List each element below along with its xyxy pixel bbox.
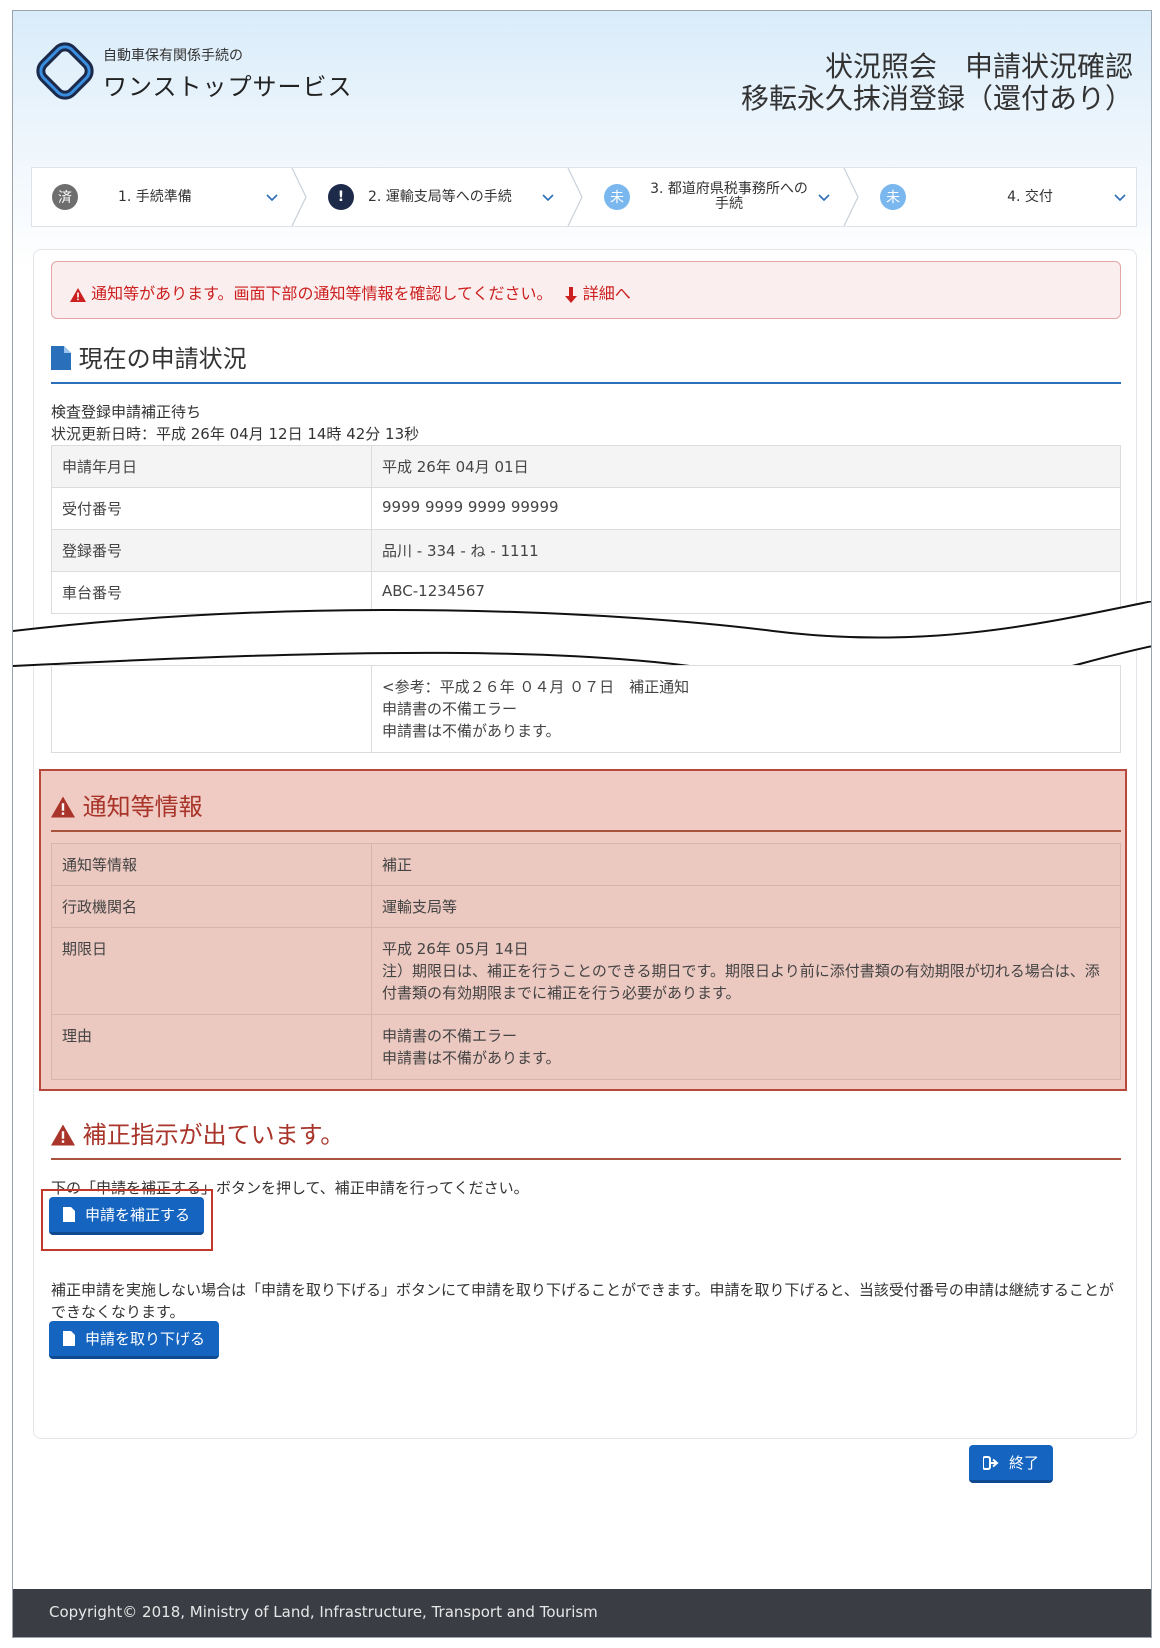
row-value: 補正 xyxy=(371,843,1121,886)
step-2[interactable]: ! 2. 運輸支局等への手続 xyxy=(308,168,584,226)
row-key: 理由 xyxy=(51,1014,372,1080)
row-key: 申請年月日 xyxy=(51,445,372,488)
detail-link[interactable]: 詳細へ xyxy=(583,284,631,303)
document-icon xyxy=(51,346,71,370)
row-value: 平成 26年 05月 14日注）期限日は、補正を行うことのできる期日です。期限日… xyxy=(371,927,1121,1015)
page-title: 状況照会 申請状況確認 移転永久抹消登録（還付あり） xyxy=(741,51,1133,115)
row-value: 品川 - 334 - ね - 1111 xyxy=(371,529,1121,572)
header: 自動車保有関係手続の ワンストップサービス 状況照会 申請状況確認 移転永久抹消… xyxy=(13,11,1151,161)
warning-icon xyxy=(51,796,75,818)
logo-subtitle: 自動車保有関係手続の xyxy=(103,48,243,64)
table-row: 登録番号 品川 - 334 - ね - 1111 xyxy=(51,529,1121,572)
row-value: 運輸支局等 xyxy=(371,885,1121,928)
status-text: 検査登録申請補正待ち xyxy=(51,403,202,421)
step-3[interactable]: 未 3. 都道府県税事務所への手続 xyxy=(584,168,860,226)
arrow-down-icon xyxy=(564,286,577,303)
chevron-down-icon xyxy=(818,194,830,202)
row-key: 行政機関名 xyxy=(51,885,372,928)
table-row: 期限日 平成 26年 05月 14日注）期限日は、補正を行うことのできる期日です。… xyxy=(51,927,1121,1015)
button-label: 申請を取り下げる xyxy=(85,1330,206,1348)
exit-button[interactable]: 終了 xyxy=(969,1445,1054,1483)
warning-icon xyxy=(51,1124,75,1146)
button-label: 申請を補正する xyxy=(85,1206,191,1224)
step-label: 4. 交付 xyxy=(1007,188,1053,205)
withdraw-instruction: 補正申請を実施しない場合は「申請を取り下げる」ボタンにて申請を取り下げることがで… xyxy=(51,1281,1114,1321)
step-progress-bar: 済 1. 手続準備 ! 2. 運輸支局等への手続 未 3. 都道府県税事務所への… xyxy=(31,167,1137,227)
table-row: <参考：平成２６年 ０４月 ０７日 補正通知 申請書の不備エラー 申請書は不備が… xyxy=(51,665,1121,753)
table-row: 行政機関名 運輸支局等 xyxy=(51,885,1121,928)
reason-line: 申請書は不備があります。 xyxy=(382,1049,561,1067)
step-label: 1. 手続準備 xyxy=(118,188,192,205)
notice-title: 通知等情報 xyxy=(82,793,203,821)
document-icon xyxy=(63,1331,75,1346)
page-title-line1: 状況照会 申請状況確認 xyxy=(824,50,1133,83)
chevron-down-icon xyxy=(1114,194,1126,202)
sign-out-icon xyxy=(983,1455,999,1470)
logo-title: ワンストップサービス xyxy=(103,73,353,101)
row-value: 申請書の不備エラー申請書は不備があります。 xyxy=(371,1014,1121,1080)
reason-line: 申請書は不備があります。 xyxy=(382,722,561,740)
reason-line: 申請書の不備エラー xyxy=(382,1027,518,1045)
row-key: 期限日 xyxy=(51,927,372,1015)
notice-table: 通知等情報 補正 行政機関名 運輸支局等 期限日 平成 26年 05月 14日注）期限… xyxy=(51,843,1121,1080)
document-icon xyxy=(63,1207,75,1222)
footer: Copyright© 2018, Ministry of Land, Infra… xyxy=(13,1589,1151,1637)
correct-application-button[interactable]: 申請を補正する xyxy=(49,1197,205,1235)
current-status-heading: 現在の申請状況 xyxy=(51,339,1121,384)
table-row: 通知等情報 補正 xyxy=(51,843,1121,886)
status-updated: 状況更新日時：平成 26年 04月 12日 14時 42分 13秒 xyxy=(51,425,420,443)
step-todo-badge: 未 xyxy=(880,184,906,210)
warning-icon xyxy=(70,287,86,302)
step-label: 2. 運輸支局等への手続 xyxy=(368,188,512,205)
copyright-text: Copyright© 2018, Ministry of Land, Infra… xyxy=(49,1603,598,1621)
deadline-note: 注）期限日は、補正を行うことのできる期日です。期限日より前に添付書類の有効期限が… xyxy=(382,962,1100,1002)
row-key: 受付番号 xyxy=(51,487,372,530)
status-table: 申請年月日 平成 26年 04月 01日 受付番号 9999 9999 9999 9… xyxy=(51,445,1121,614)
deadline-date: 平成 26年 05月 14日 xyxy=(382,940,529,958)
row-key: 通知等情報 xyxy=(51,843,372,886)
current-status-title: 現在の申請状況 xyxy=(78,345,247,373)
status-table-continued: <参考：平成２６年 ０４月 ０７日 補正通知 申請書の不備エラー 申請書は不備が… xyxy=(51,665,1121,753)
table-row: 理由 申請書の不備エラー申請書は不備があります。 xyxy=(51,1014,1121,1080)
correction-title: 補正指示が出ています。 xyxy=(82,1121,345,1149)
step-1[interactable]: 済 1. 手続準備 xyxy=(32,168,308,226)
step-todo-badge: 未 xyxy=(604,184,630,210)
button-label: 終了 xyxy=(1009,1454,1040,1472)
row-value: 平成 26年 04月 01日 xyxy=(371,445,1121,488)
chevron-down-icon xyxy=(266,194,278,202)
row-value: <参考：平成２６年 ０４月 ０７日 補正通知 申請書の不備エラー 申請書は不備が… xyxy=(371,665,1121,753)
table-row: 申請年月日 平成 26年 04月 01日 xyxy=(51,445,1121,488)
table-row: 受付番号 9999 9999 9999 99999 xyxy=(51,487,1121,530)
page-title-line2: 移転永久抹消登録（還付あり） xyxy=(740,82,1133,115)
withdraw-application-button[interactable]: 申請を取り下げる xyxy=(49,1321,220,1359)
correction-heading: 補正指示が出ています。 xyxy=(51,1115,1121,1160)
page-frame: 自動車保有関係手続の ワンストップサービス 状況照会 申請状況確認 移転永久抹消… xyxy=(12,10,1152,1638)
step-label: 3. 都道府県税事務所への手続 xyxy=(650,181,808,212)
row-key xyxy=(51,665,372,753)
step-4[interactable]: 未 4. 交付 xyxy=(860,168,1136,226)
reason-line: 申請書の不備エラー xyxy=(382,700,518,718)
step-done-badge: 済 xyxy=(52,184,78,210)
notice-heading: 通知等情報 xyxy=(51,787,1121,832)
status-summary: 検査登録申請補正待ち 状況更新日時：平成 26年 04月 12日 14時 42分… xyxy=(51,401,419,445)
row-key: 登録番号 xyxy=(51,529,372,572)
step-warning-badge: ! xyxy=(328,184,354,210)
logo-icon xyxy=(36,42,94,100)
alert-text: 通知等があります。画面下部の通知等情報を確認してください。 xyxy=(91,284,553,303)
chevron-down-icon xyxy=(542,194,554,202)
row-value: 9999 9999 9999 99999 xyxy=(371,487,1121,530)
notice-alert: 通知等があります。画面下部の通知等情報を確認してください。 詳細へ xyxy=(51,261,1121,319)
reference-line: <参考：平成２６年 ０４月 ０７日 補正通知 xyxy=(382,678,690,696)
